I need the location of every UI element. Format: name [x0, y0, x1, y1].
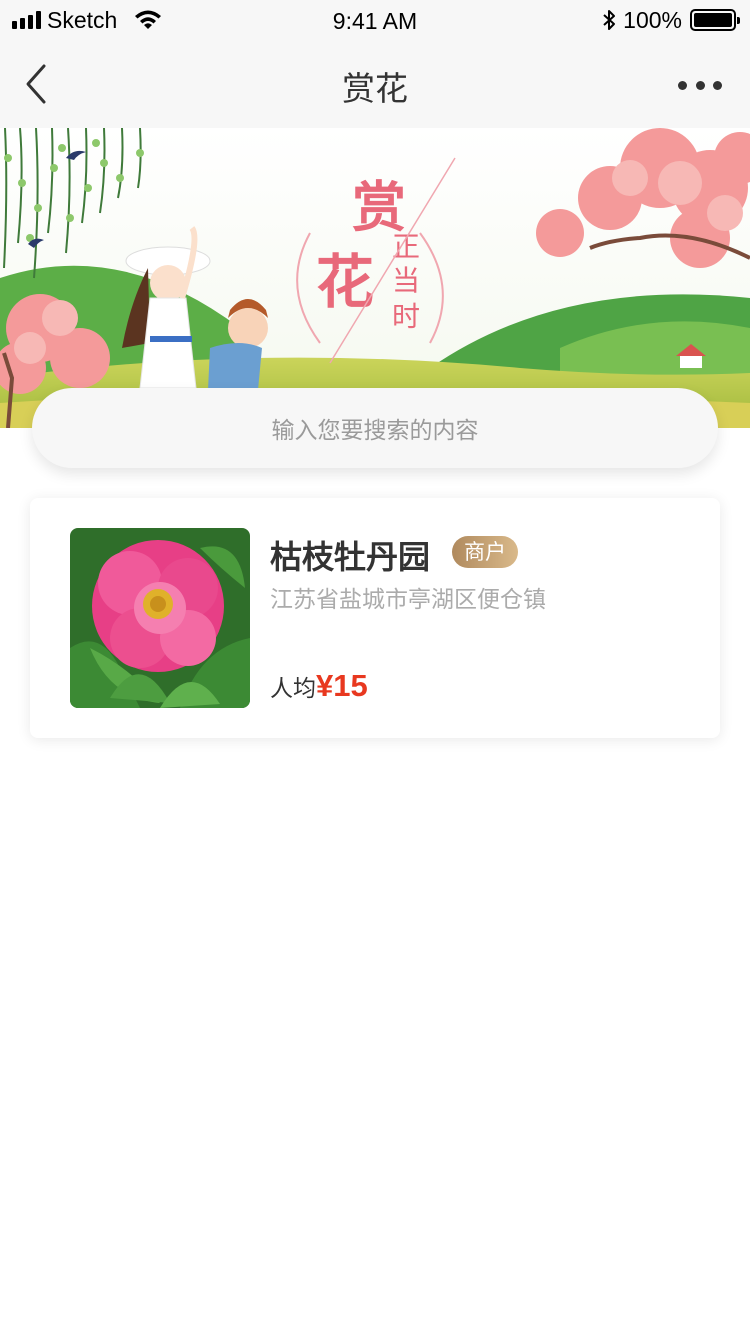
- bluetooth-icon: [603, 10, 616, 30]
- status-bar: Sketch 9:41 AM 100%: [0, 0, 750, 40]
- banner-illustration[interactable]: 赏 花 正 当 时: [0, 128, 750, 428]
- price-label: 人均: [270, 676, 316, 702]
- banner-subtitle-char-3: 时: [392, 300, 420, 333]
- more-dot-icon: [678, 80, 687, 90]
- search-placeholder: 输入您要搜索的内容: [271, 418, 479, 444]
- list-item[interactable]: 枯枝牡丹园 商户 江苏省盐城市亭湖区便仓镇 人均 ¥15: [30, 498, 720, 738]
- page-title: 赏花: [342, 69, 408, 108]
- peony-flower-image: [70, 528, 250, 708]
- price-value: ¥15: [316, 668, 368, 703]
- battery-icon: [690, 9, 740, 31]
- listing-thumbnail: [70, 528, 250, 708]
- listing-address: 江苏省盐城市亭湖区便仓镇: [270, 587, 546, 613]
- banner-subtitle-char-2: 当: [392, 264, 420, 297]
- banner-subtitle-char-1: 正: [392, 230, 420, 263]
- status-right: 100%: [601, 6, 740, 33]
- listing-name: 枯枝牡丹园: [270, 538, 431, 576]
- merchant-badge: 商户: [452, 536, 518, 568]
- battery-nub: [737, 17, 740, 24]
- more-button[interactable]: [678, 78, 722, 92]
- battery-fill: [694, 13, 732, 27]
- more-dot-icon: [713, 80, 722, 90]
- navigation-bar: 赏花: [0, 40, 750, 128]
- more-dot-icon: [695, 80, 705, 90]
- banner-artwork: 赏 花 正 当 时: [0, 128, 750, 428]
- listing-price: 人均 ¥15: [270, 668, 368, 704]
- search-input[interactable]: 输入您要搜索的内容: [32, 388, 718, 468]
- battery-percent: 100%: [623, 6, 682, 33]
